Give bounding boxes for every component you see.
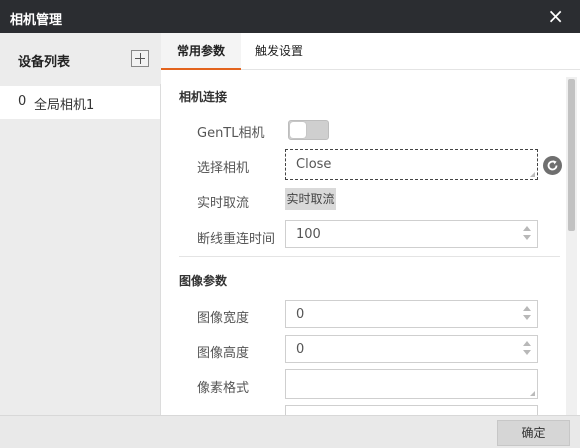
select-camera-dropdown[interactable]: Close bbox=[285, 149, 538, 180]
section-divider bbox=[179, 256, 560, 257]
pixel-format-dropdown[interactable] bbox=[285, 369, 538, 399]
next-param-input[interactable] bbox=[285, 405, 538, 415]
add-device-button[interactable] bbox=[131, 50, 149, 67]
device-name: 全局相机1 bbox=[34, 98, 95, 113]
live-stream-button[interactable]: 实时取流 bbox=[285, 188, 336, 210]
reconnect-time-label: 断线重连时间 bbox=[197, 232, 276, 247]
resize-grip-icon bbox=[530, 391, 535, 396]
image-width-input[interactable]: 0 bbox=[285, 300, 538, 328]
select-camera-value: Close bbox=[296, 157, 332, 172]
device-list-item[interactable]: 0 全局相机1 bbox=[0, 86, 160, 119]
tab-common-params[interactable]: 常用参数 bbox=[161, 33, 241, 70]
close-icon[interactable]: × bbox=[547, 6, 564, 26]
device-list-title: 设备列表 bbox=[18, 55, 71, 70]
spin-arrows-icon[interactable] bbox=[523, 306, 531, 322]
image-height-input[interactable]: 0 bbox=[285, 335, 538, 363]
scrollbar-thumb[interactable] bbox=[568, 79, 575, 231]
toggle-knob bbox=[290, 122, 306, 138]
image-height-label: 图像高度 bbox=[197, 346, 250, 361]
device-index: 0 bbox=[18, 94, 27, 109]
select-camera-label: 选择相机 bbox=[197, 161, 250, 176]
image-width-label: 图像宽度 bbox=[197, 311, 250, 326]
device-list-panel: 设备列表 0 全局相机1 bbox=[0, 33, 161, 415]
section-image-params: 图像参数 bbox=[179, 274, 228, 288]
spin-arrows-icon[interactable] bbox=[523, 226, 531, 242]
live-stream-label: 实时取流 bbox=[197, 196, 250, 211]
tab-bar: 常用参数 触发设置 bbox=[161, 33, 580, 70]
gentl-label: GenTL相机 bbox=[197, 126, 265, 141]
dialog-footer: 确定 bbox=[0, 415, 580, 448]
image-width-value: 0 bbox=[296, 307, 305, 322]
ok-button[interactable]: 确定 bbox=[497, 420, 570, 446]
title-bar: 相机管理 × bbox=[0, 0, 580, 33]
params-scrollbar[interactable] bbox=[566, 77, 577, 415]
reconnect-time-value: 100 bbox=[296, 227, 321, 242]
image-height-value: 0 bbox=[296, 342, 305, 357]
device-list-header: 设备列表 bbox=[0, 33, 161, 84]
resize-grip-icon bbox=[530, 172, 535, 177]
section-camera-connection: 相机连接 bbox=[179, 90, 228, 104]
tab-trigger-settings[interactable]: 触发设置 bbox=[243, 33, 315, 70]
gentl-toggle[interactable] bbox=[288, 120, 329, 140]
params-panel: 相机连接 GenTL相机 选择相机 Close 实时取流 实时取流 断线重连时间… bbox=[161, 71, 580, 415]
pixel-format-label: 像素格式 bbox=[197, 381, 250, 396]
reconnect-time-input[interactable]: 100 bbox=[285, 220, 538, 248]
refresh-icon[interactable] bbox=[543, 156, 562, 175]
window-title: 相机管理 bbox=[10, 13, 63, 28]
spin-arrows-icon[interactable] bbox=[523, 341, 531, 357]
